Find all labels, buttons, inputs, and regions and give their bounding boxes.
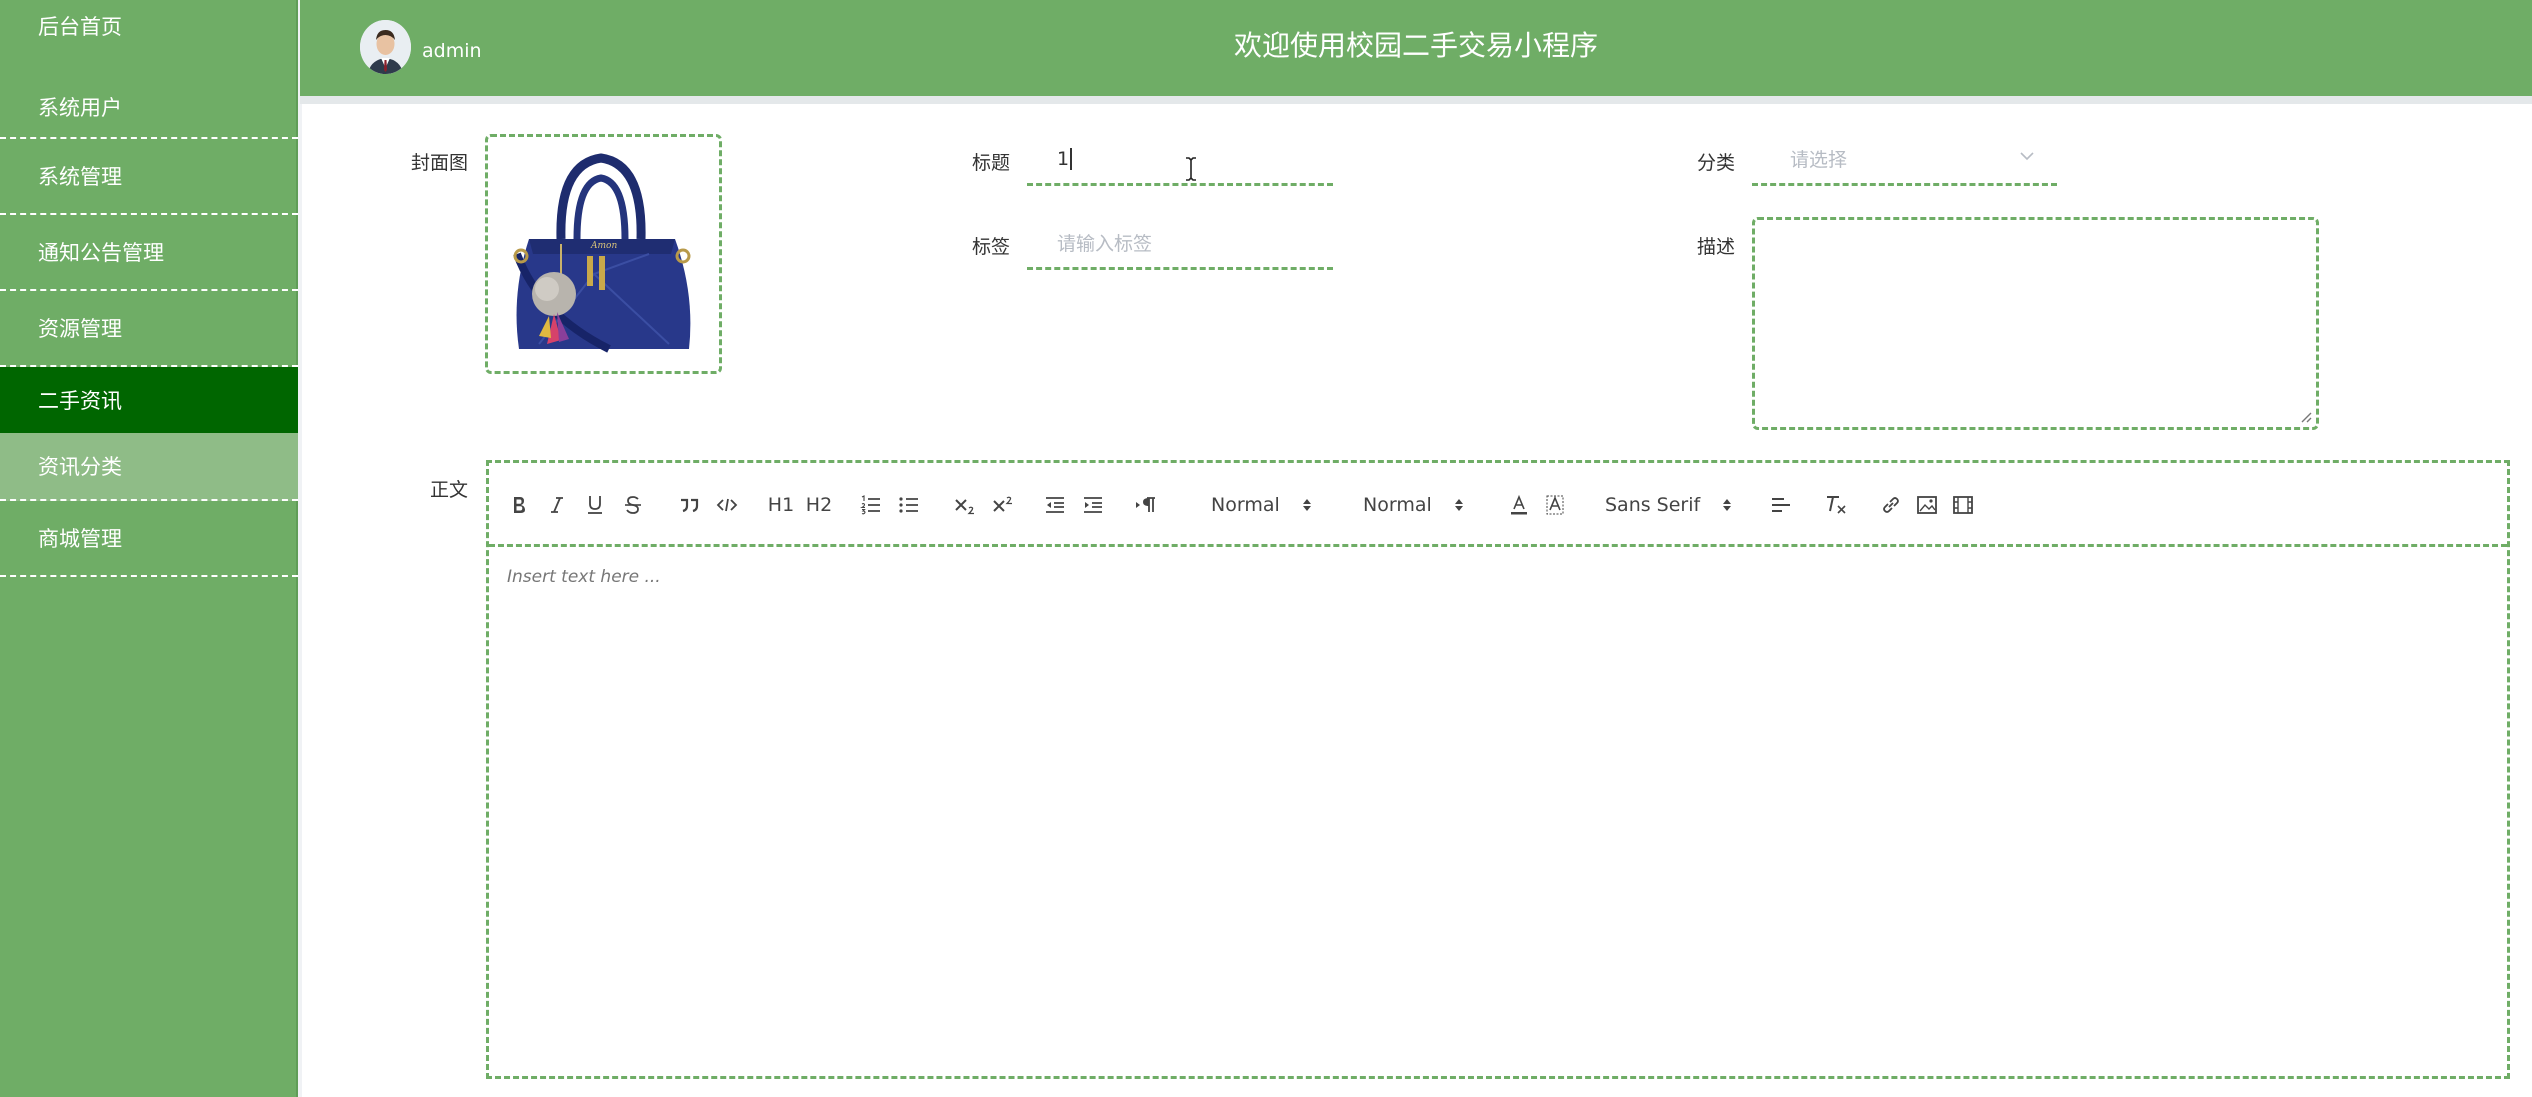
header-divider <box>300 96 2532 104</box>
ibeam-cursor-icon <box>1186 157 1196 181</box>
svg-text:Amon: Amon <box>590 241 617 251</box>
tag-placeholder: 请输入标签 <box>1057 233 1153 255</box>
sidebar-item-label: 二手资讯 <box>38 389 122 413</box>
sidebar-item-notice-management[interactable]: 通知公告管理 <box>0 215 298 291</box>
tag-input[interactable]: 请输入标签 <box>1027 218 1333 270</box>
background-color-icon[interactable] <box>1543 491 1567 519</box>
sidebar: 后台首页 系统用户 系统管理 通知公告管理 资源管理 二手资讯 资讯分类 商城管… <box>0 0 298 1097</box>
outdent-icon[interactable] <box>1043 491 1067 519</box>
link-icon[interactable] <box>1879 491 1903 519</box>
header-format-value: Normal <box>1211 494 1280 516</box>
align-left-icon[interactable] <box>1769 491 1793 519</box>
clear-format-icon[interactable] <box>1823 491 1849 519</box>
video-icon[interactable] <box>1951 491 1975 519</box>
sidebar-item-label: 系统管理 <box>38 165 122 189</box>
site-title: 欢迎使用校园二手交易小程序 <box>1233 29 1598 62</box>
indent-icon[interactable] <box>1081 491 1105 519</box>
font-family-value: Sans Serif <box>1605 494 1701 516</box>
font-size-select[interactable]: Normal <box>1363 491 1483 519</box>
sidebar-item-system-users[interactable]: 系统用户 <box>0 76 298 139</box>
tag-label: 标签 <box>972 236 1011 258</box>
sidebar-item-label: 资讯分类 <box>38 455 122 479</box>
heading1-label: H1 <box>767 494 795 516</box>
code-block-icon[interactable] <box>715 491 739 519</box>
strikethrough-icon[interactable] <box>621 491 645 519</box>
image-icon[interactable] <box>1915 491 1939 519</box>
description-textarea[interactable] <box>1752 217 2319 430</box>
sidebar-item-label: 资源管理 <box>38 317 122 341</box>
rich-text-editor: H1 H2 Normal Normal Sans Serif Insert te… <box>486 460 2510 1079</box>
font-size-value: Normal <box>1363 494 1432 516</box>
sidebar-item-news-category[interactable]: 资讯分类 <box>0 433 298 501</box>
header-format-select[interactable]: Normal <box>1211 491 1331 519</box>
category-placeholder: 请选择 <box>1790 149 1848 171</box>
superscript-icon[interactable] <box>991 491 1017 519</box>
sidebar-item-label: 通知公告管理 <box>38 241 164 265</box>
up-down-arrow-icon <box>1723 499 1732 511</box>
sidebar-item-resource-management[interactable]: 资源管理 <box>0 291 298 367</box>
underline-icon[interactable] <box>583 491 607 519</box>
ordered-list-icon[interactable] <box>859 491 883 519</box>
category-label: 分类 <box>1697 152 1736 174</box>
text-direction-icon[interactable] <box>1133 491 1159 519</box>
bold-icon[interactable] <box>507 491 531 519</box>
up-down-arrow-icon <box>1454 499 1463 511</box>
sidebar-item-label: 商城管理 <box>38 527 122 551</box>
sidebar-item-mall-management[interactable]: 商城管理 <box>0 501 298 577</box>
cover-image-upload[interactable]: Amon <box>485 134 722 374</box>
heading2-icon[interactable]: H2 <box>805 491 833 519</box>
sidebar-item-system-management[interactable]: 系统管理 <box>0 139 298 215</box>
italic-icon[interactable] <box>545 491 569 519</box>
bullet-list-icon[interactable] <box>897 491 921 519</box>
up-down-arrow-icon <box>1302 499 1311 511</box>
sidebar-item-secondhand-news[interactable]: 二手资讯 <box>0 367 298 433</box>
text-caret <box>1070 147 1073 170</box>
title-input[interactable]: 1 <box>1027 134 1333 186</box>
editor-placeholder: Insert text here ... <box>507 567 661 587</box>
cover-label: 封面图 <box>411 152 469 174</box>
resize-handle-icon[interactable] <box>2298 409 2312 423</box>
handbag-image: Amon <box>512 153 690 353</box>
font-color-icon[interactable] <box>1507 491 1531 519</box>
title-input-value: 1 <box>1057 147 1070 170</box>
chevron-down-icon <box>2020 152 2034 161</box>
editor-content-area[interactable]: Insert text here ... <box>507 567 661 587</box>
subscript-icon[interactable] <box>953 491 979 519</box>
sidebar-item-label: 后台首页 <box>38 15 122 39</box>
content-label: 正文 <box>430 479 469 501</box>
title-label: 标题 <box>972 152 1011 174</box>
top-header: admin 欢迎使用校园二手交易小程序 <box>300 0 2532 96</box>
heading1-icon[interactable]: H1 <box>767 491 795 519</box>
font-family-select[interactable]: Sans Serif <box>1605 491 1745 519</box>
category-select[interactable]: 请选择 <box>1752 134 2057 186</box>
blockquote-icon[interactable] <box>677 491 701 519</box>
app-root: 后台首页 系统用户 系统管理 通知公告管理 资源管理 二手资讯 资讯分类 商城管… <box>0 0 2532 1097</box>
editor-toolbar: H1 H2 Normal Normal Sans Serif <box>489 463 2507 547</box>
description-label: 描述 <box>1697 236 1736 258</box>
sidebar-item-home[interactable]: 后台首页 <box>0 0 298 52</box>
sidebar-item-label: 系统用户 <box>38 95 122 120</box>
heading2-label: H2 <box>805 494 833 516</box>
